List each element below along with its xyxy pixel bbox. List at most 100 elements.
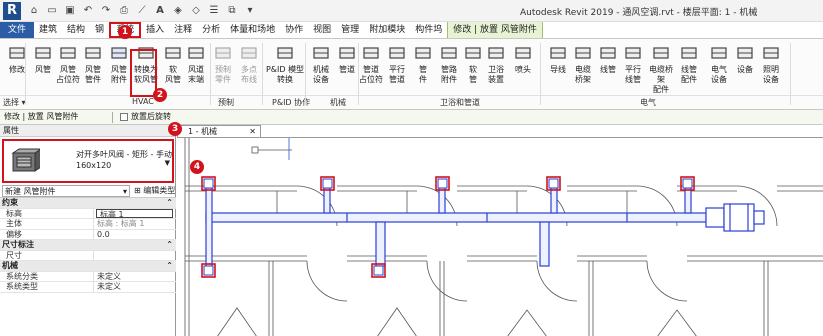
- ribbon-button-22[interactable]: 线管: [595, 41, 621, 91]
- print-icon[interactable]: ⎙: [117, 4, 131, 18]
- tab-10[interactable]: 视图: [308, 22, 336, 38]
- undo-icon[interactable]: ↶: [81, 4, 95, 18]
- close-icon[interactable]: ✕: [249, 126, 256, 137]
- type-dropdown-icon[interactable]: ▼: [165, 159, 170, 167]
- ribbon-button-3[interactable]: 风管 管件: [80, 41, 106, 91]
- type-selector[interactable]: 对开多叶风阀 - 矩形 - 手动 160x120 ▼: [2, 139, 174, 183]
- flex-duct-icon: [165, 47, 181, 59]
- thin-lines-icon[interactable]: ☰: [207, 4, 221, 18]
- ribbon-button-1[interactable]: 风管: [30, 41, 56, 91]
- ribbon-button-20[interactable]: 导线: [545, 41, 571, 91]
- ribbon-button-7[interactable]: 风道 末端: [183, 41, 209, 91]
- cursor-icon: [9, 47, 25, 59]
- ribbon-button-25[interactable]: 线管 配件: [676, 41, 702, 91]
- ribbon-button-2[interactable]: 风管 占位符: [55, 41, 81, 91]
- panel-label-0[interactable]: 选择 ▾: [3, 97, 26, 108]
- property-key: 尺寸: [0, 250, 94, 260]
- property-row: 系统类型 未定义: [0, 282, 176, 293]
- ribbon-button-4[interactable]: 风管 附件: [106, 41, 132, 91]
- property-group-title: 约束: [2, 198, 18, 207]
- measure-icon[interactable]: ⟋: [135, 4, 149, 18]
- tab-1[interactable]: 建筑: [34, 22, 62, 38]
- property-value[interactable]: 未定义: [94, 272, 176, 282]
- tab-2[interactable]: 结构: [62, 22, 90, 38]
- open-icon[interactable]: ▭: [45, 4, 59, 18]
- ribbon-button-19[interactable]: 喷头: [510, 41, 536, 91]
- ribbon-button-26[interactable]: 电气 设备: [706, 41, 732, 91]
- multipoint-routing-icon: [241, 47, 257, 59]
- customize-qat-icon[interactable]: ▾: [243, 4, 257, 18]
- property-value[interactable]: [94, 251, 176, 261]
- ribbon-button-label: 风管: [35, 65, 51, 74]
- tab-5[interactable]: 插入: [141, 22, 169, 38]
- ribbon-button-24[interactable]: 电缆桥架 配件: [648, 41, 674, 94]
- redo-icon[interactable]: ↷: [99, 4, 113, 18]
- ribbon-separator: [210, 43, 211, 105]
- ribbon-button-27[interactable]: 设备: [732, 41, 758, 91]
- callout-2: 2: [153, 88, 167, 102]
- save-icon[interactable]: ▣: [63, 4, 77, 18]
- rotate-after-placement-checkbox[interactable]: [120, 113, 128, 121]
- ribbon-button-label: 平行 线管: [625, 65, 641, 84]
- ribbon-separator: [790, 43, 791, 105]
- property-key: 偏移: [0, 229, 94, 239]
- switch-windows-icon[interactable]: ⧉: [225, 4, 239, 18]
- ribbon-button-14[interactable]: 平行 管道: [384, 41, 410, 91]
- home-icon[interactable]: ⌂: [27, 4, 41, 18]
- tab-8[interactable]: 体量和场地: [225, 22, 280, 38]
- ribbon-button-11[interactable]: 机械 设备: [308, 41, 334, 91]
- property-row: 系统分类 未定义: [0, 271, 176, 282]
- ribbon-button-label: 管道 占位符: [359, 65, 383, 84]
- tab-11[interactable]: 管理: [336, 22, 364, 38]
- property-key: 系统分类: [0, 271, 94, 281]
- pipe-fitting-icon: [415, 47, 431, 59]
- properties-header: 属性: [0, 125, 175, 137]
- tab-14[interactable]: 修改 | 放置 风管附件: [447, 22, 543, 38]
- property-value[interactable]: 标高 : 标高 1: [94, 219, 176, 229]
- section-icon[interactable]: ◇: [189, 4, 203, 18]
- property-value[interactable]: 未定义: [94, 282, 176, 292]
- property-value[interactable]: 0.0: [94, 230, 176, 240]
- ribbon-button-8[interactable]: 预制 零件: [210, 41, 236, 91]
- property-group-header[interactable]: 尺寸标注 ⌃: [0, 240, 176, 251]
- tab-0[interactable]: 文件: [0, 22, 35, 38]
- edit-type-button[interactable]: ⊞ 编辑类型: [134, 185, 175, 197]
- ribbon-button-13[interactable]: 管道 占位符: [358, 41, 384, 91]
- property-group-header[interactable]: 机械 ⌃: [0, 261, 176, 272]
- ribbon-button-15[interactable]: 管 件: [410, 41, 436, 91]
- duct-fitting-icon: [85, 47, 101, 59]
- duct-icon: [35, 47, 51, 59]
- tab-3[interactable]: 钢: [90, 22, 109, 38]
- view-tab[interactable]: 1 - 机械 ✕: [177, 125, 261, 137]
- floor-plan-drawing[interactable]: [177, 138, 823, 336]
- ribbon-button-28[interactable]: 照明 设备: [758, 41, 784, 91]
- collapse-icon[interactable]: ⌃: [166, 240, 173, 250]
- ribbon-button-18[interactable]: 卫浴 装置: [483, 41, 509, 91]
- tab-6[interactable]: 注释: [169, 22, 197, 38]
- collapse-icon[interactable]: ⌃: [166, 261, 173, 271]
- ribbon-button-10[interactable]: P&ID 模型转换: [265, 41, 305, 91]
- ribbon-button-16[interactable]: 管路 附件: [436, 41, 462, 91]
- drawing-canvas[interactable]: [177, 137, 823, 336]
- ribbon-button-label: 机械 设备: [313, 65, 329, 84]
- callout-3: 3: [168, 122, 182, 136]
- ribbon-button-12[interactable]: 管道: [334, 41, 360, 91]
- tab-9[interactable]: 协作: [280, 22, 308, 38]
- ribbon-button-9[interactable]: 多点 布线: [236, 41, 262, 91]
- edit-type-icon: ⊞: [134, 186, 141, 195]
- property-key: 标高: [0, 208, 94, 218]
- tab-13[interactable]: 构件坞: [410, 22, 447, 38]
- ribbon-button-label: 风管 附件: [111, 65, 127, 84]
- property-group-header[interactable]: 约束 ⌃: [0, 198, 176, 209]
- view-3d-icon[interactable]: ◈: [171, 4, 185, 18]
- ribbon-button-23[interactable]: 平行 线管: [620, 41, 646, 91]
- ribbon-button-0[interactable]: 修改: [4, 41, 30, 91]
- tab-7[interactable]: 分析: [197, 22, 225, 38]
- instance-filter-select[interactable]: 新建 风管附件 ▾: [2, 185, 130, 197]
- collapse-icon[interactable]: ⌃: [166, 198, 173, 208]
- tab-12[interactable]: 附加模块: [364, 22, 410, 38]
- text-icon[interactable]: A: [153, 4, 167, 18]
- ribbon-button-21[interactable]: 电缆 桥架: [570, 41, 596, 91]
- property-value[interactable]: 标高 1: [96, 208, 173, 219]
- revit-logo-icon[interactable]: R: [3, 1, 21, 20]
